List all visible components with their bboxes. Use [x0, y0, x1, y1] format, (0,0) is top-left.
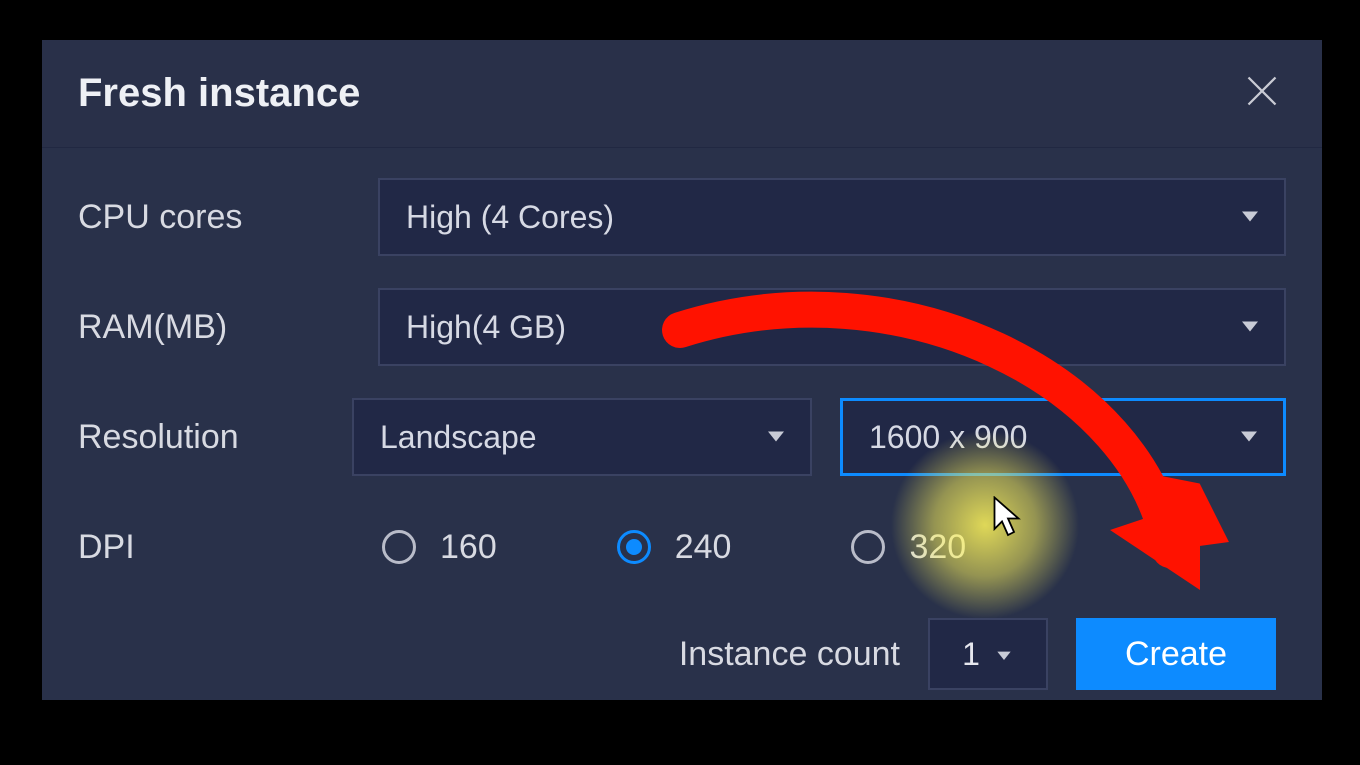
cpu-cores-select[interactable]: High (4 Cores)	[378, 178, 1286, 256]
radio-icon	[617, 530, 651, 564]
fresh-instance-dialog: Fresh instance CPU cores High (4 Cores)	[42, 40, 1322, 700]
instance-count-value: 1	[962, 636, 980, 673]
dpi-label: DPI	[78, 528, 378, 567]
chevron-down-icon	[1237, 419, 1261, 456]
dpi-radio-160[interactable]: 160	[382, 528, 497, 567]
row-resolution: Resolution Landscape 1600 x 900	[78, 398, 1286, 476]
close-icon	[1244, 73, 1280, 114]
row-dpi: DPI 160 240 320	[78, 508, 1286, 586]
row-ram: RAM(MB) High(4 GB)	[78, 288, 1286, 366]
dpi-radio-320[interactable]: 320	[851, 528, 966, 567]
resolution-orientation-select[interactable]: Landscape	[352, 398, 812, 476]
close-button[interactable]	[1238, 70, 1286, 118]
row-cpu: CPU cores High (4 Cores)	[78, 178, 1286, 256]
ram-value: High(4 GB)	[406, 309, 566, 346]
resolution-label: Resolution	[78, 418, 352, 457]
chevron-down-icon	[994, 636, 1014, 673]
radio-icon	[851, 530, 885, 564]
dialog-body: CPU cores High (4 Cores) RAM(MB) High(4 …	[42, 148, 1322, 710]
instance-count-label: Instance count	[679, 635, 900, 674]
chevron-down-icon	[1238, 199, 1262, 236]
dialog-footer: Instance count 1 Create	[78, 618, 1286, 690]
resolution-size-value: 1600 x 900	[869, 419, 1027, 456]
create-button-label: Create	[1125, 635, 1227, 674]
cpu-label: CPU cores	[78, 198, 378, 237]
radio-icon	[382, 530, 416, 564]
cpu-cores-value: High (4 Cores)	[406, 199, 614, 236]
dpi-radio-240[interactable]: 240	[617, 528, 732, 567]
create-button[interactable]: Create	[1076, 618, 1276, 690]
instance-count-select[interactable]: 1	[928, 618, 1048, 690]
ram-select[interactable]: High(4 GB)	[378, 288, 1286, 366]
dialog-titlebar: Fresh instance	[42, 40, 1322, 148]
ram-label: RAM(MB)	[78, 308, 378, 347]
dpi-option-label: 160	[440, 528, 497, 567]
dpi-radio-group: 160 240 320	[378, 528, 1286, 567]
dpi-option-label: 320	[909, 528, 966, 567]
resolution-orientation-value: Landscape	[380, 419, 537, 456]
dialog-title: Fresh instance	[78, 71, 360, 116]
chevron-down-icon	[1238, 309, 1262, 346]
chevron-down-icon	[764, 419, 788, 456]
dpi-option-label: 240	[675, 528, 732, 567]
resolution-size-select[interactable]: 1600 x 900	[840, 398, 1286, 476]
